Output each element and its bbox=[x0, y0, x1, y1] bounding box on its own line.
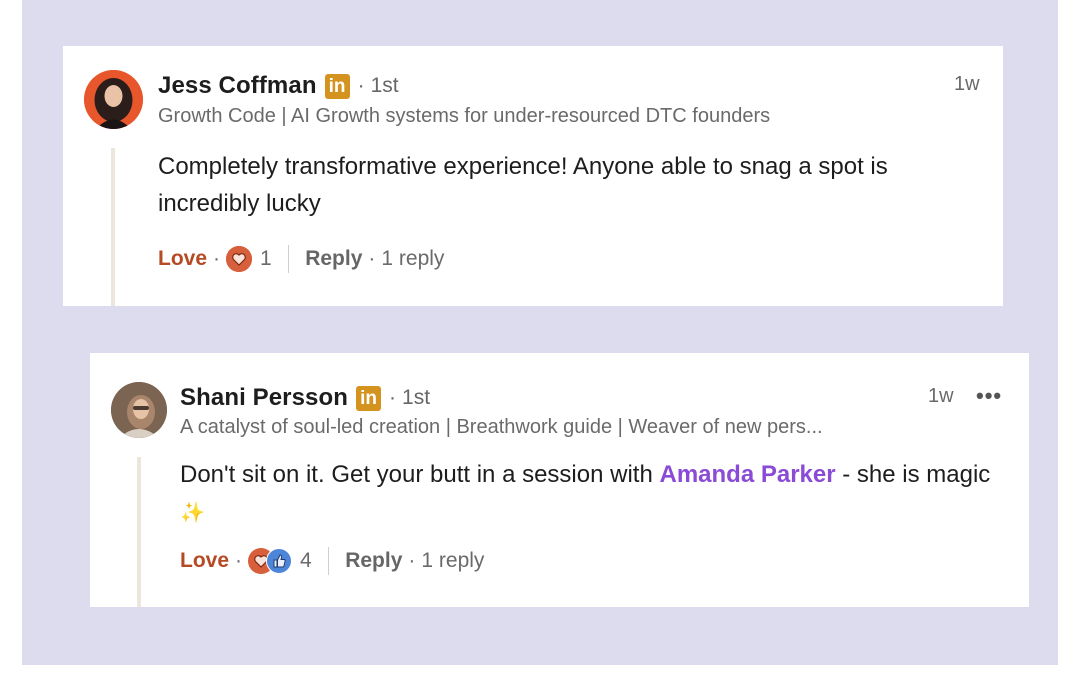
connection-degree: · 1st bbox=[357, 74, 399, 97]
linkedin-icon: in bbox=[356, 385, 382, 411]
reply-button[interactable]: Reply bbox=[305, 247, 362, 271]
author-headline: Growth Code | AI Growth systems for unde… bbox=[158, 105, 771, 127]
divider bbox=[287, 245, 290, 273]
connection-degree: · 1st bbox=[389, 386, 431, 409]
reaction-icons[interactable] bbox=[248, 548, 293, 574]
thread-line bbox=[137, 457, 141, 607]
timestamp: 1w bbox=[954, 73, 980, 95]
comment-text: Completely transformative experience! An… bbox=[158, 153, 888, 217]
comment-text: Don't sit on it. Get your butt in a sess… bbox=[180, 461, 991, 524]
thread-line bbox=[111, 148, 115, 306]
divider bbox=[327, 547, 330, 575]
timestamp: 1w bbox=[928, 385, 954, 407]
linkedin-icon: in bbox=[324, 73, 350, 99]
author-name[interactable]: Jess Coffman bbox=[158, 72, 317, 100]
author-headline: A catalyst of soul-led creation | Breath… bbox=[180, 416, 823, 438]
reaction-count[interactable]: 1 bbox=[260, 247, 272, 271]
love-button[interactable]: Love bbox=[180, 549, 229, 573]
reply-button[interactable]: Reply bbox=[345, 549, 402, 573]
heart-reaction-icon[interactable] bbox=[226, 246, 253, 272]
comment-card: Shani Persson in · 1st A catalyst of soul… bbox=[90, 353, 1029, 607]
replies-link[interactable]: 1 reply bbox=[421, 549, 484, 573]
mention-link[interactable]: Amanda Parker bbox=[659, 461, 835, 488]
replies-link[interactable]: 1 reply bbox=[381, 247, 444, 271]
reaction-count[interactable]: 4 bbox=[300, 549, 312, 573]
avatar[interactable] bbox=[111, 382, 167, 438]
sparkle-emoji: ✨ bbox=[180, 502, 205, 524]
author-name[interactable]: Shani Persson bbox=[180, 384, 348, 412]
more-options-icon[interactable]: ••• bbox=[976, 383, 1002, 409]
love-button[interactable]: Love bbox=[158, 247, 207, 271]
avatar[interactable] bbox=[84, 70, 143, 129]
comment-card: Jess Coffman in · 1st Growth Code | AI Gr… bbox=[63, 46, 1003, 306]
like-reaction-icon bbox=[266, 548, 293, 574]
